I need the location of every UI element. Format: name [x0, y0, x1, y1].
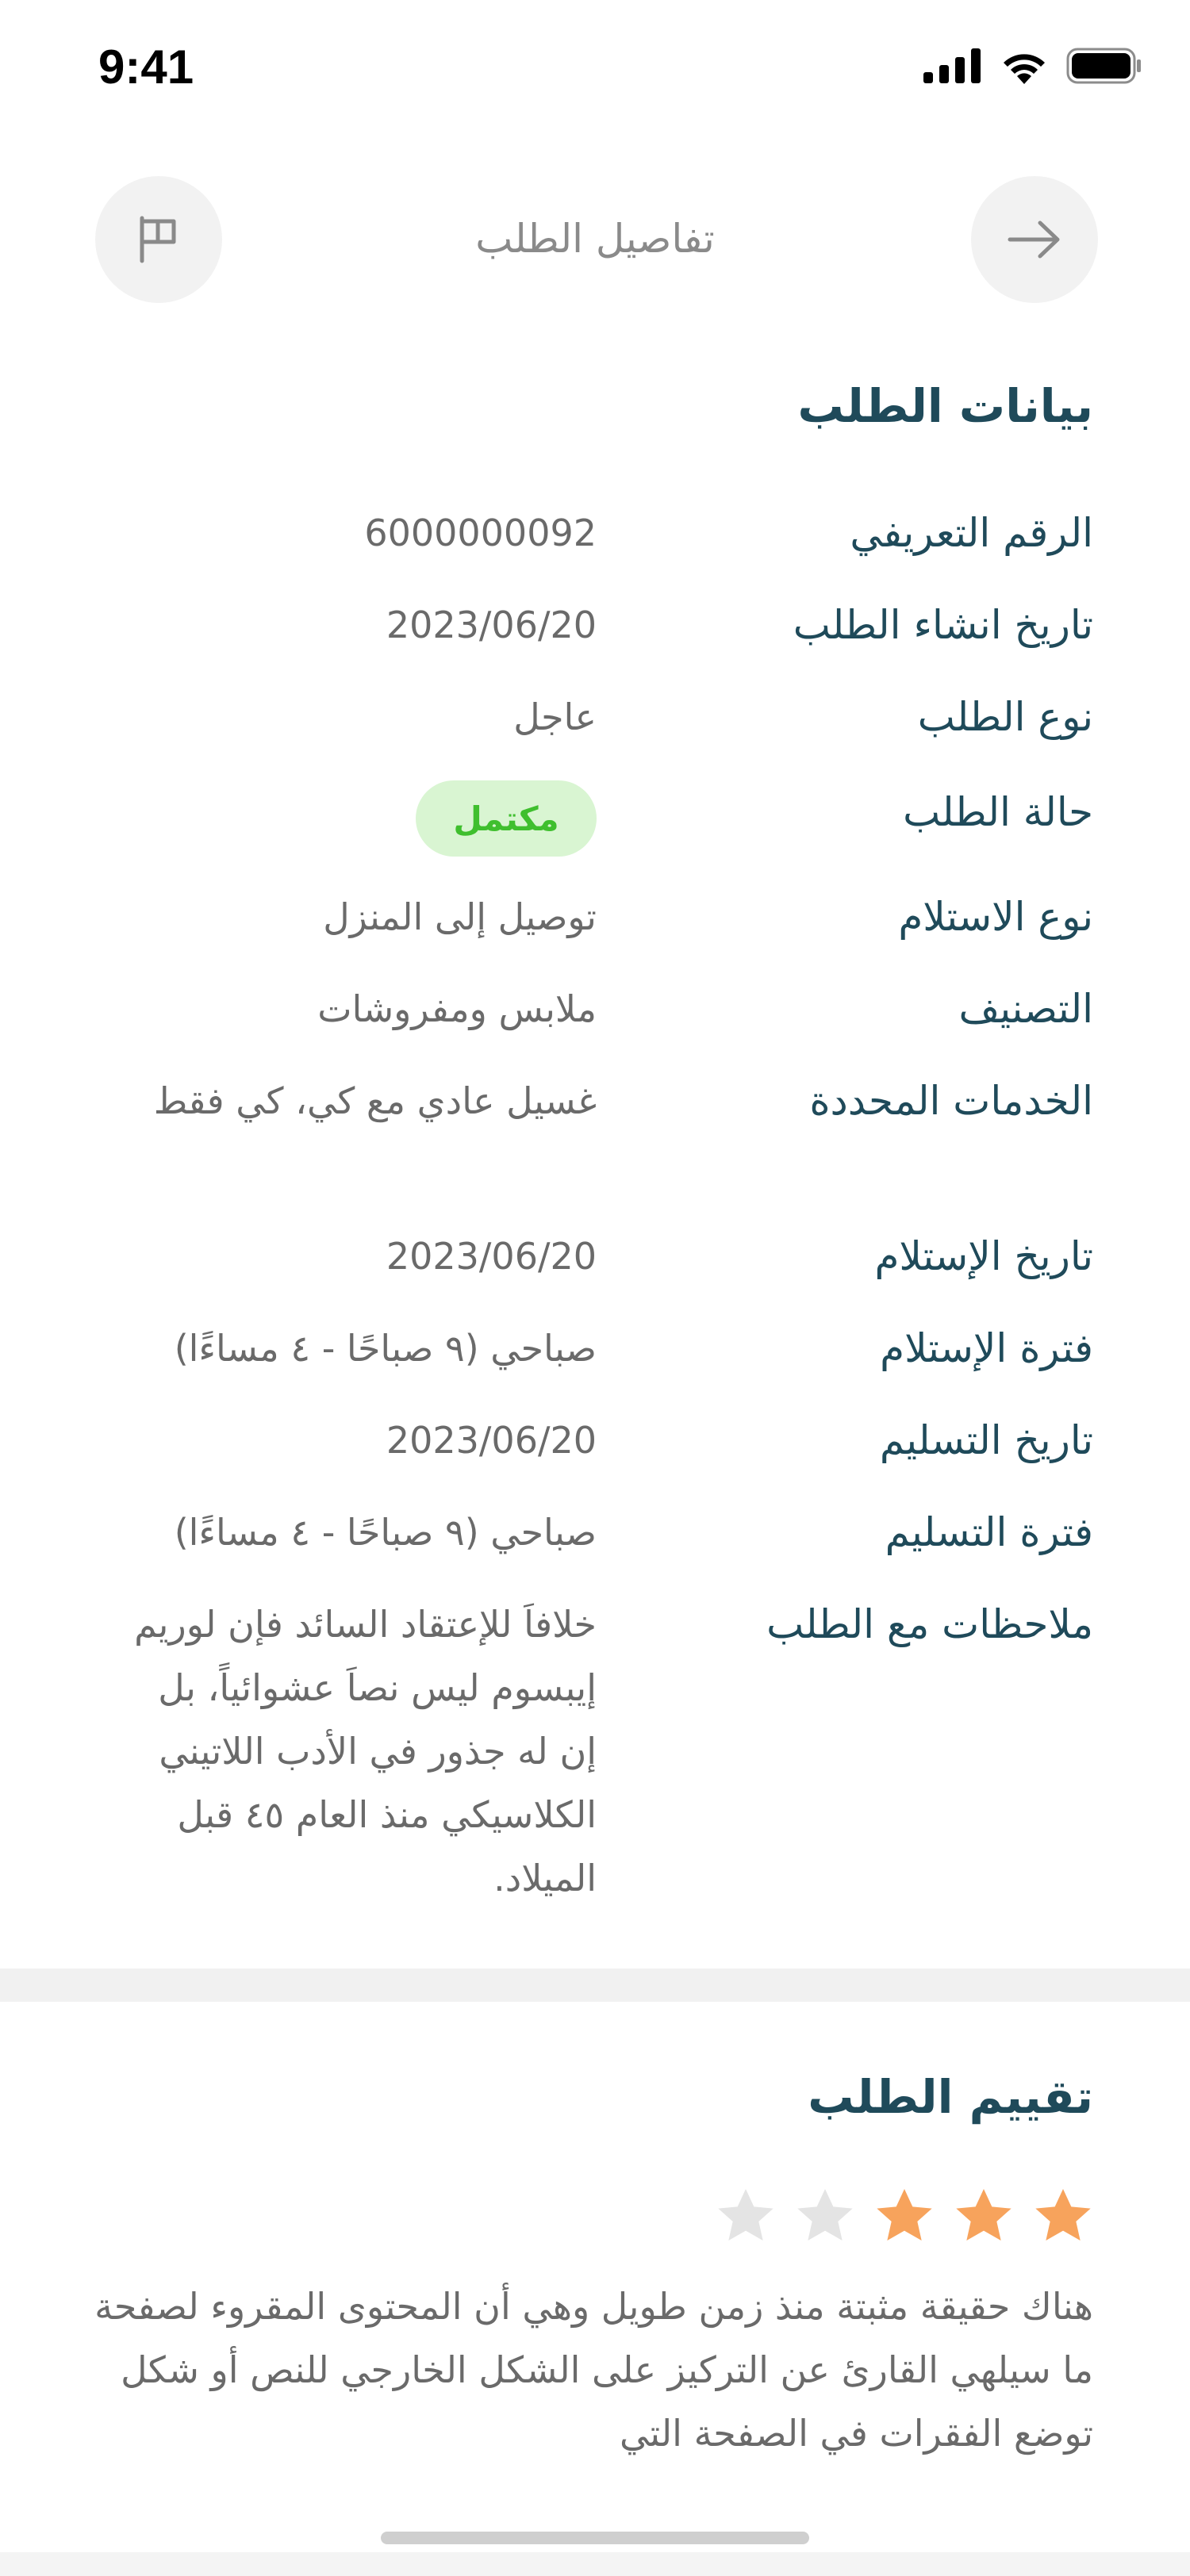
row-label: الخدمات المحددة	[809, 1078, 1093, 1124]
wifi-icon	[1004, 54, 1045, 84]
home-indicator[interactable]	[381, 2532, 809, 2544]
star-filled-icon[interactable]	[873, 2185, 936, 2248]
status-bar: 9:41	[0, 0, 1190, 135]
battery-icon	[1066, 48, 1141, 84]
row-label: نوع الطلب	[917, 694, 1093, 740]
row-value: عاجل	[513, 696, 597, 738]
row-label: تاريخ انشاء الطلب	[793, 602, 1093, 648]
star-filled-icon[interactable]	[952, 2185, 1015, 2248]
row-value: غسيل عادي مع كي، كي فقط	[153, 1079, 597, 1122]
review-text: هناك حقيقة مثبتة منذ زمن طويل وهي أن الم…	[94, 2285, 1093, 2455]
row-label: تاريخ التسليم	[879, 1417, 1093, 1463]
row-value: خلافاَ للإعتقاد السائد فإن لوريم إيبسوم …	[134, 1603, 597, 1899]
status-badge: مكتمل	[416, 780, 597, 857]
rating-stars[interactable]	[714, 2185, 1095, 2248]
section-divider	[0, 1968, 1190, 2002]
nav-bar: تفاصيل الطلب	[0, 176, 1190, 307]
back-button[interactable]	[971, 176, 1098, 303]
star-empty-icon[interactable]	[714, 2185, 777, 2248]
row-value: صباحي (٩ صباحًا - ٤ مساءًا)	[174, 1327, 597, 1370]
row-value: 2023/06/20	[386, 1419, 597, 1462]
status-icons	[923, 48, 1142, 84]
row-label: نوع الاستلام	[898, 894, 1093, 940]
cellular-signal-icon	[923, 48, 981, 83]
row-value: صباحي (٩ صباحًا - ٤ مساءًا)	[174, 1511, 597, 1554]
row-label: ملاحظات مع الطلب	[766, 1601, 1093, 1647]
row-value: 2023/06/20	[386, 604, 597, 646]
row-value: ملابس ومفروشات	[317, 987, 597, 1030]
row-label: الرقم التعريفي	[850, 510, 1093, 556]
row-value: 6000000092	[364, 512, 597, 554]
order-section-title: بيانات الطلب	[797, 379, 1094, 433]
row-label: حالة الطلب	[903, 789, 1093, 835]
rating-section-title: تقييم الطلب	[808, 2070, 1093, 2124]
row-label: فترة التسليم	[885, 1509, 1093, 1555]
row-value: 2023/06/20	[386, 1235, 597, 1278]
status-time: 9:41	[98, 40, 194, 94]
arrow-right-icon	[1008, 220, 1060, 259]
bottom-edge	[0, 2552, 1190, 2576]
row-label: تاريخ الإستلام	[874, 1233, 1093, 1279]
row-label: التصنيف	[958, 986, 1093, 1032]
star-empty-icon[interactable]	[793, 2185, 857, 2248]
row-value: توصيل إلى المنزل	[323, 895, 597, 938]
star-filled-icon[interactable]	[1031, 2185, 1095, 2248]
row-label: فترة الإستلام	[880, 1325, 1093, 1371]
